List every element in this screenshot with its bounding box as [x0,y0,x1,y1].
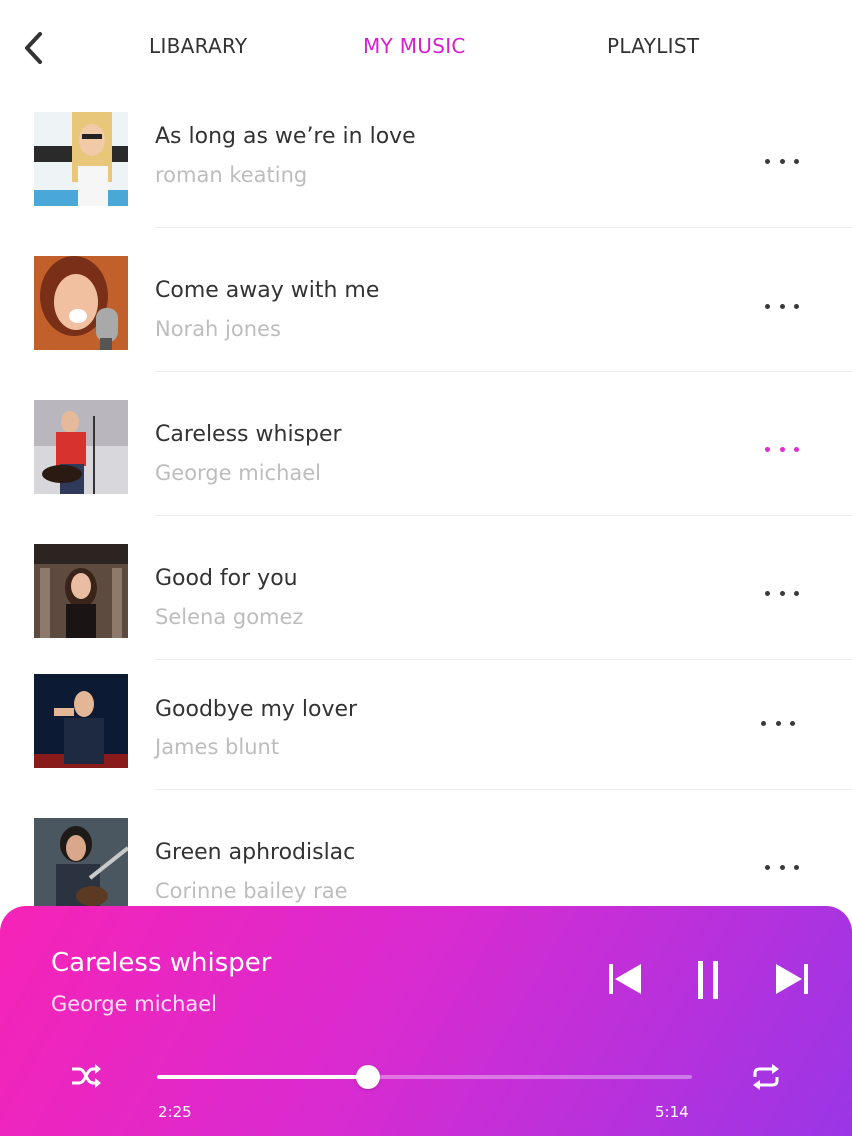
tab-library[interactable]: LIBARARY [149,34,247,58]
repeat-button[interactable] [750,1062,782,1092]
progress-track[interactable] [157,1065,692,1089]
song-row[interactable]: Come away with me Norah jones [0,244,852,388]
more-options-button[interactable] [761,713,795,733]
more-options-button[interactable] [765,439,799,459]
more-horizontal-icon [765,864,770,870]
song-artist: roman keating [155,163,308,187]
pause-icon [698,961,718,999]
more-horizontal-icon [765,158,770,164]
song-title: Goodbye my lover [155,697,358,722]
more-options-button[interactable] [765,151,799,171]
album-art [34,112,128,206]
album-art [34,256,128,350]
song-title: As long as we’re in love [155,124,416,149]
song-artist: James blunt [155,735,280,759]
divider [155,515,852,516]
song-title: Come away with me [155,278,380,303]
album-art [34,400,128,494]
next-button[interactable] [773,962,811,996]
chevron-left-icon [25,32,42,64]
shuffle-icon [72,1064,101,1088]
previous-button[interactable] [606,962,644,996]
elapsed-time: 2:25 [158,1103,192,1121]
now-playing-artist: George michael [51,992,218,1016]
song-artist: Selena gomez [155,605,304,629]
song-row-active[interactable]: Careless whisper George michael [0,388,852,532]
album-art [34,674,128,768]
skip-previous-icon [609,964,641,994]
progress-knob[interactable] [356,1065,381,1089]
album-art [34,818,128,912]
divider [155,659,852,660]
song-artist: Corinne bailey rae [155,879,348,903]
song-row[interactable]: Good for you Selena gomez [0,532,852,676]
back-button[interactable] [18,28,54,68]
repeat-icon [753,1064,779,1090]
song-row[interactable]: Goodbye my lover James blunt [0,674,852,820]
more-horizontal-icon [761,720,766,726]
more-options-button[interactable] [765,296,799,316]
more-horizontal-icon [765,303,770,309]
tab-playlist[interactable]: PLAYLIST [607,34,699,58]
total-duration: 5:14 [655,1103,689,1121]
now-playing-bar[interactable]: Careless whisper George michael 2:25 5:1… [0,906,852,1136]
song-artist: George michael [155,461,322,485]
album-art [34,544,128,638]
now-playing-title: Careless whisper [51,948,272,978]
tab-my-music[interactable]: MY MUSIC [363,34,466,58]
song-title: Good for you [155,566,298,591]
song-row[interactable]: As long as we’re in love roman keating [0,100,852,244]
pause-button[interactable] [696,960,722,1000]
divider [155,227,852,228]
more-horizontal-icon [765,446,770,452]
divider [155,789,852,790]
more-options-button[interactable] [765,583,799,603]
song-artist: Norah jones [155,317,281,341]
song-title: Careless whisper [155,422,342,447]
divider [155,371,852,372]
top-nav: LIBARARY MY MUSIC PLAYLIST [0,0,852,100]
more-options-button[interactable] [765,857,799,877]
more-horizontal-icon [765,590,770,596]
progress-fill [157,1075,369,1079]
shuffle-button[interactable] [70,1063,102,1089]
skip-next-icon [776,964,808,994]
song-title: Green aphrodislac [155,840,356,865]
